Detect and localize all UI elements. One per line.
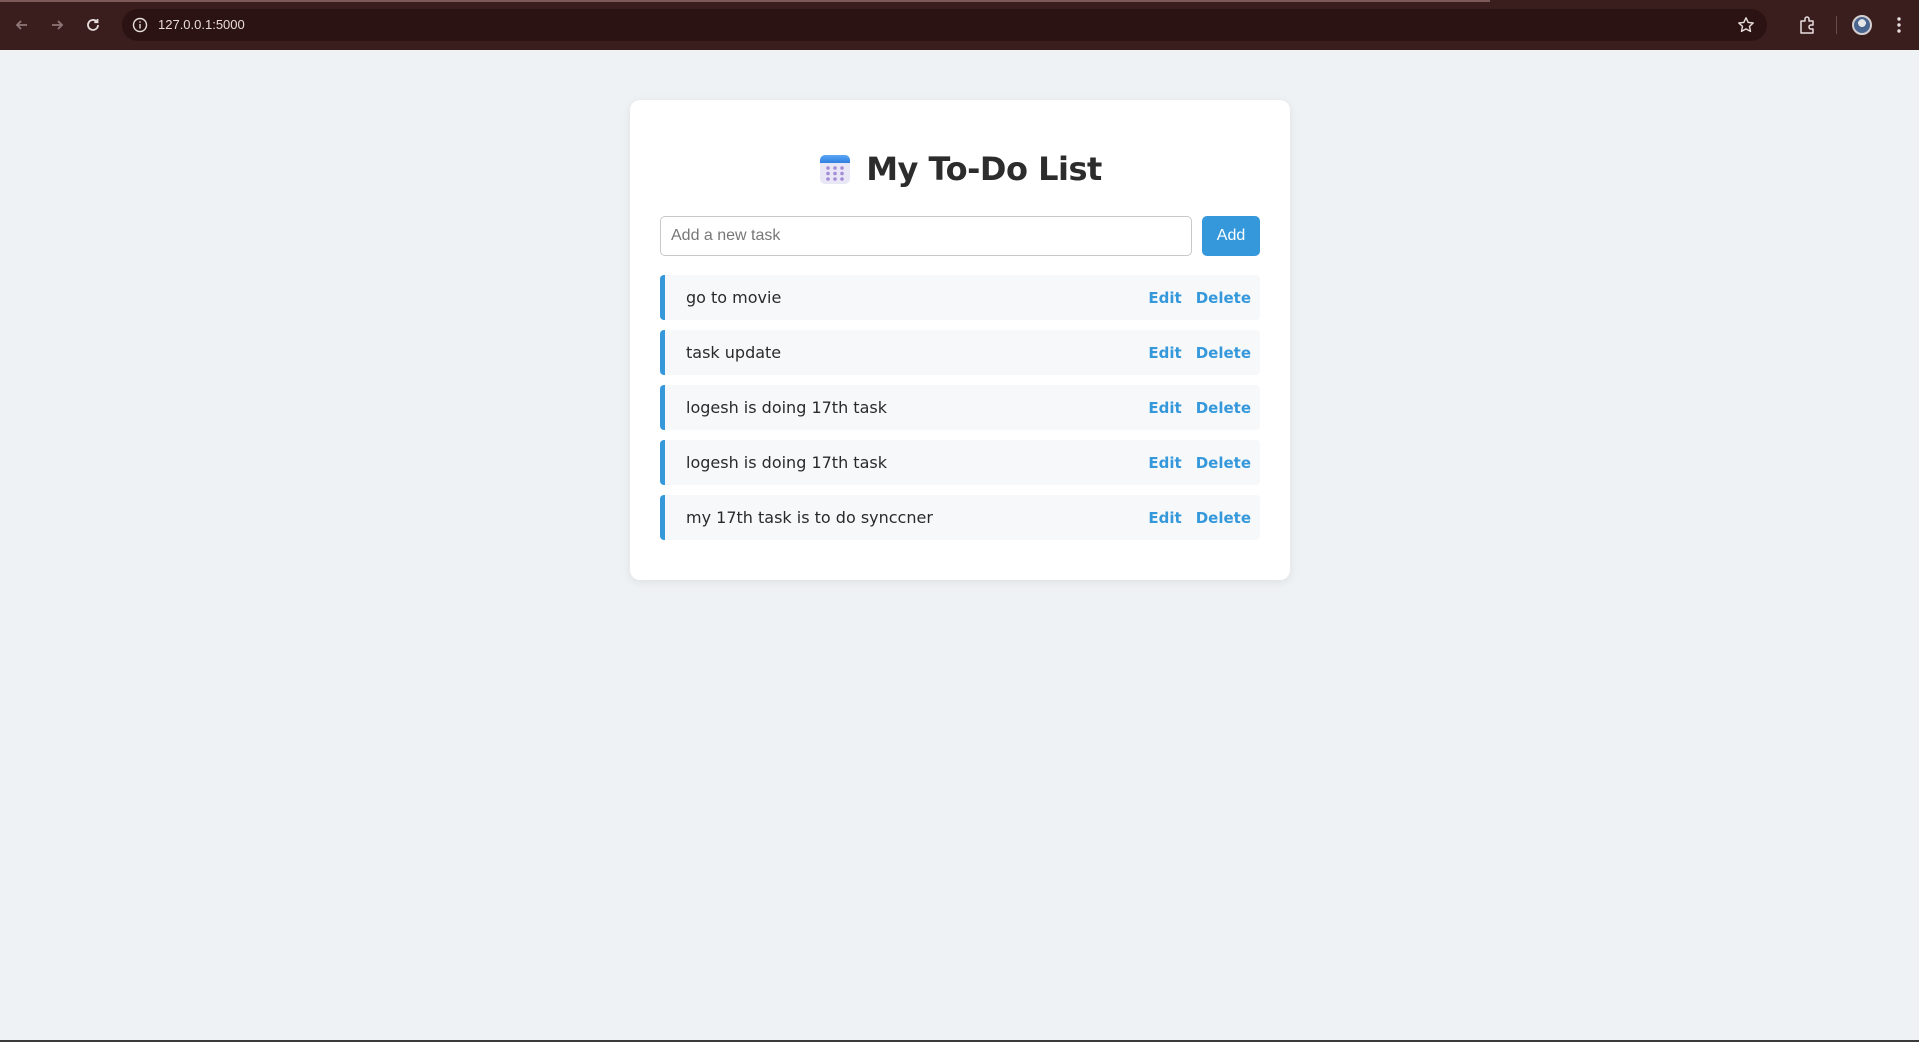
bookmark-star-icon[interactable] <box>1737 16 1755 34</box>
browser-toolbar: 127.0.0.1:5000 <box>0 0 1919 50</box>
add-task-button[interactable]: Add <box>1202 216 1260 256</box>
more-menu-icon[interactable] <box>1893 15 1905 35</box>
task-item: logesh is doing 17th task Edit Delete <box>660 385 1260 430</box>
task-text: go to movie <box>686 288 782 307</box>
delete-task-button[interactable]: Delete <box>1196 399 1251 417</box>
reload-button[interactable] <box>81 13 105 37</box>
task-item: my 17th task is to do synccner Edit Dele… <box>660 495 1260 540</box>
title-row: My To-Do List <box>630 150 1290 188</box>
task-text: task update <box>686 343 782 362</box>
forward-button[interactable] <box>45 13 69 37</box>
delete-task-button[interactable]: Delete <box>1196 344 1251 362</box>
new-task-input[interactable] <box>660 216 1192 256</box>
toolbar-divider <box>1836 16 1837 34</box>
extensions-puzzle-icon[interactable] <box>1797 15 1817 35</box>
back-button[interactable] <box>10 13 34 37</box>
address-bar[interactable]: 127.0.0.1:5000 <box>122 9 1767 41</box>
task-text: logesh is doing 17th task <box>686 398 887 417</box>
edit-task-button[interactable]: Edit <box>1148 289 1181 307</box>
arrow-right-icon <box>52 20 64 30</box>
todo-card: My To-Do List Add go to movie Edit Delet… <box>630 100 1290 580</box>
arrow-left-icon <box>15 20 27 30</box>
edit-task-button[interactable]: Edit <box>1148 454 1181 472</box>
edit-task-button[interactable]: Edit <box>1148 344 1181 362</box>
loading-progress <box>0 0 1490 2</box>
page-title: My To-Do List <box>866 150 1102 188</box>
task-item: logesh is doing 17th task Edit Delete <box>660 440 1260 485</box>
calendar-icon <box>820 155 851 184</box>
edit-task-button[interactable]: Edit <box>1148 399 1181 417</box>
delete-task-button[interactable]: Delete <box>1196 289 1251 307</box>
site-info-icon[interactable] <box>132 17 148 33</box>
task-text: logesh is doing 17th task <box>686 453 887 472</box>
task-item: task update Edit Delete <box>660 330 1260 375</box>
task-list: go to movie Edit Delete task update Edit… <box>660 275 1260 550</box>
edit-task-button[interactable]: Edit <box>1148 509 1181 527</box>
url-text[interactable]: 127.0.0.1:5000 <box>158 9 245 41</box>
profile-avatar[interactable] <box>1852 15 1872 35</box>
task-item: go to movie Edit Delete <box>660 275 1260 320</box>
delete-task-button[interactable]: Delete <box>1196 509 1251 527</box>
delete-task-button[interactable]: Delete <box>1196 454 1251 472</box>
reload-icon <box>87 19 99 31</box>
task-text: my 17th task is to do synccner <box>686 508 933 527</box>
